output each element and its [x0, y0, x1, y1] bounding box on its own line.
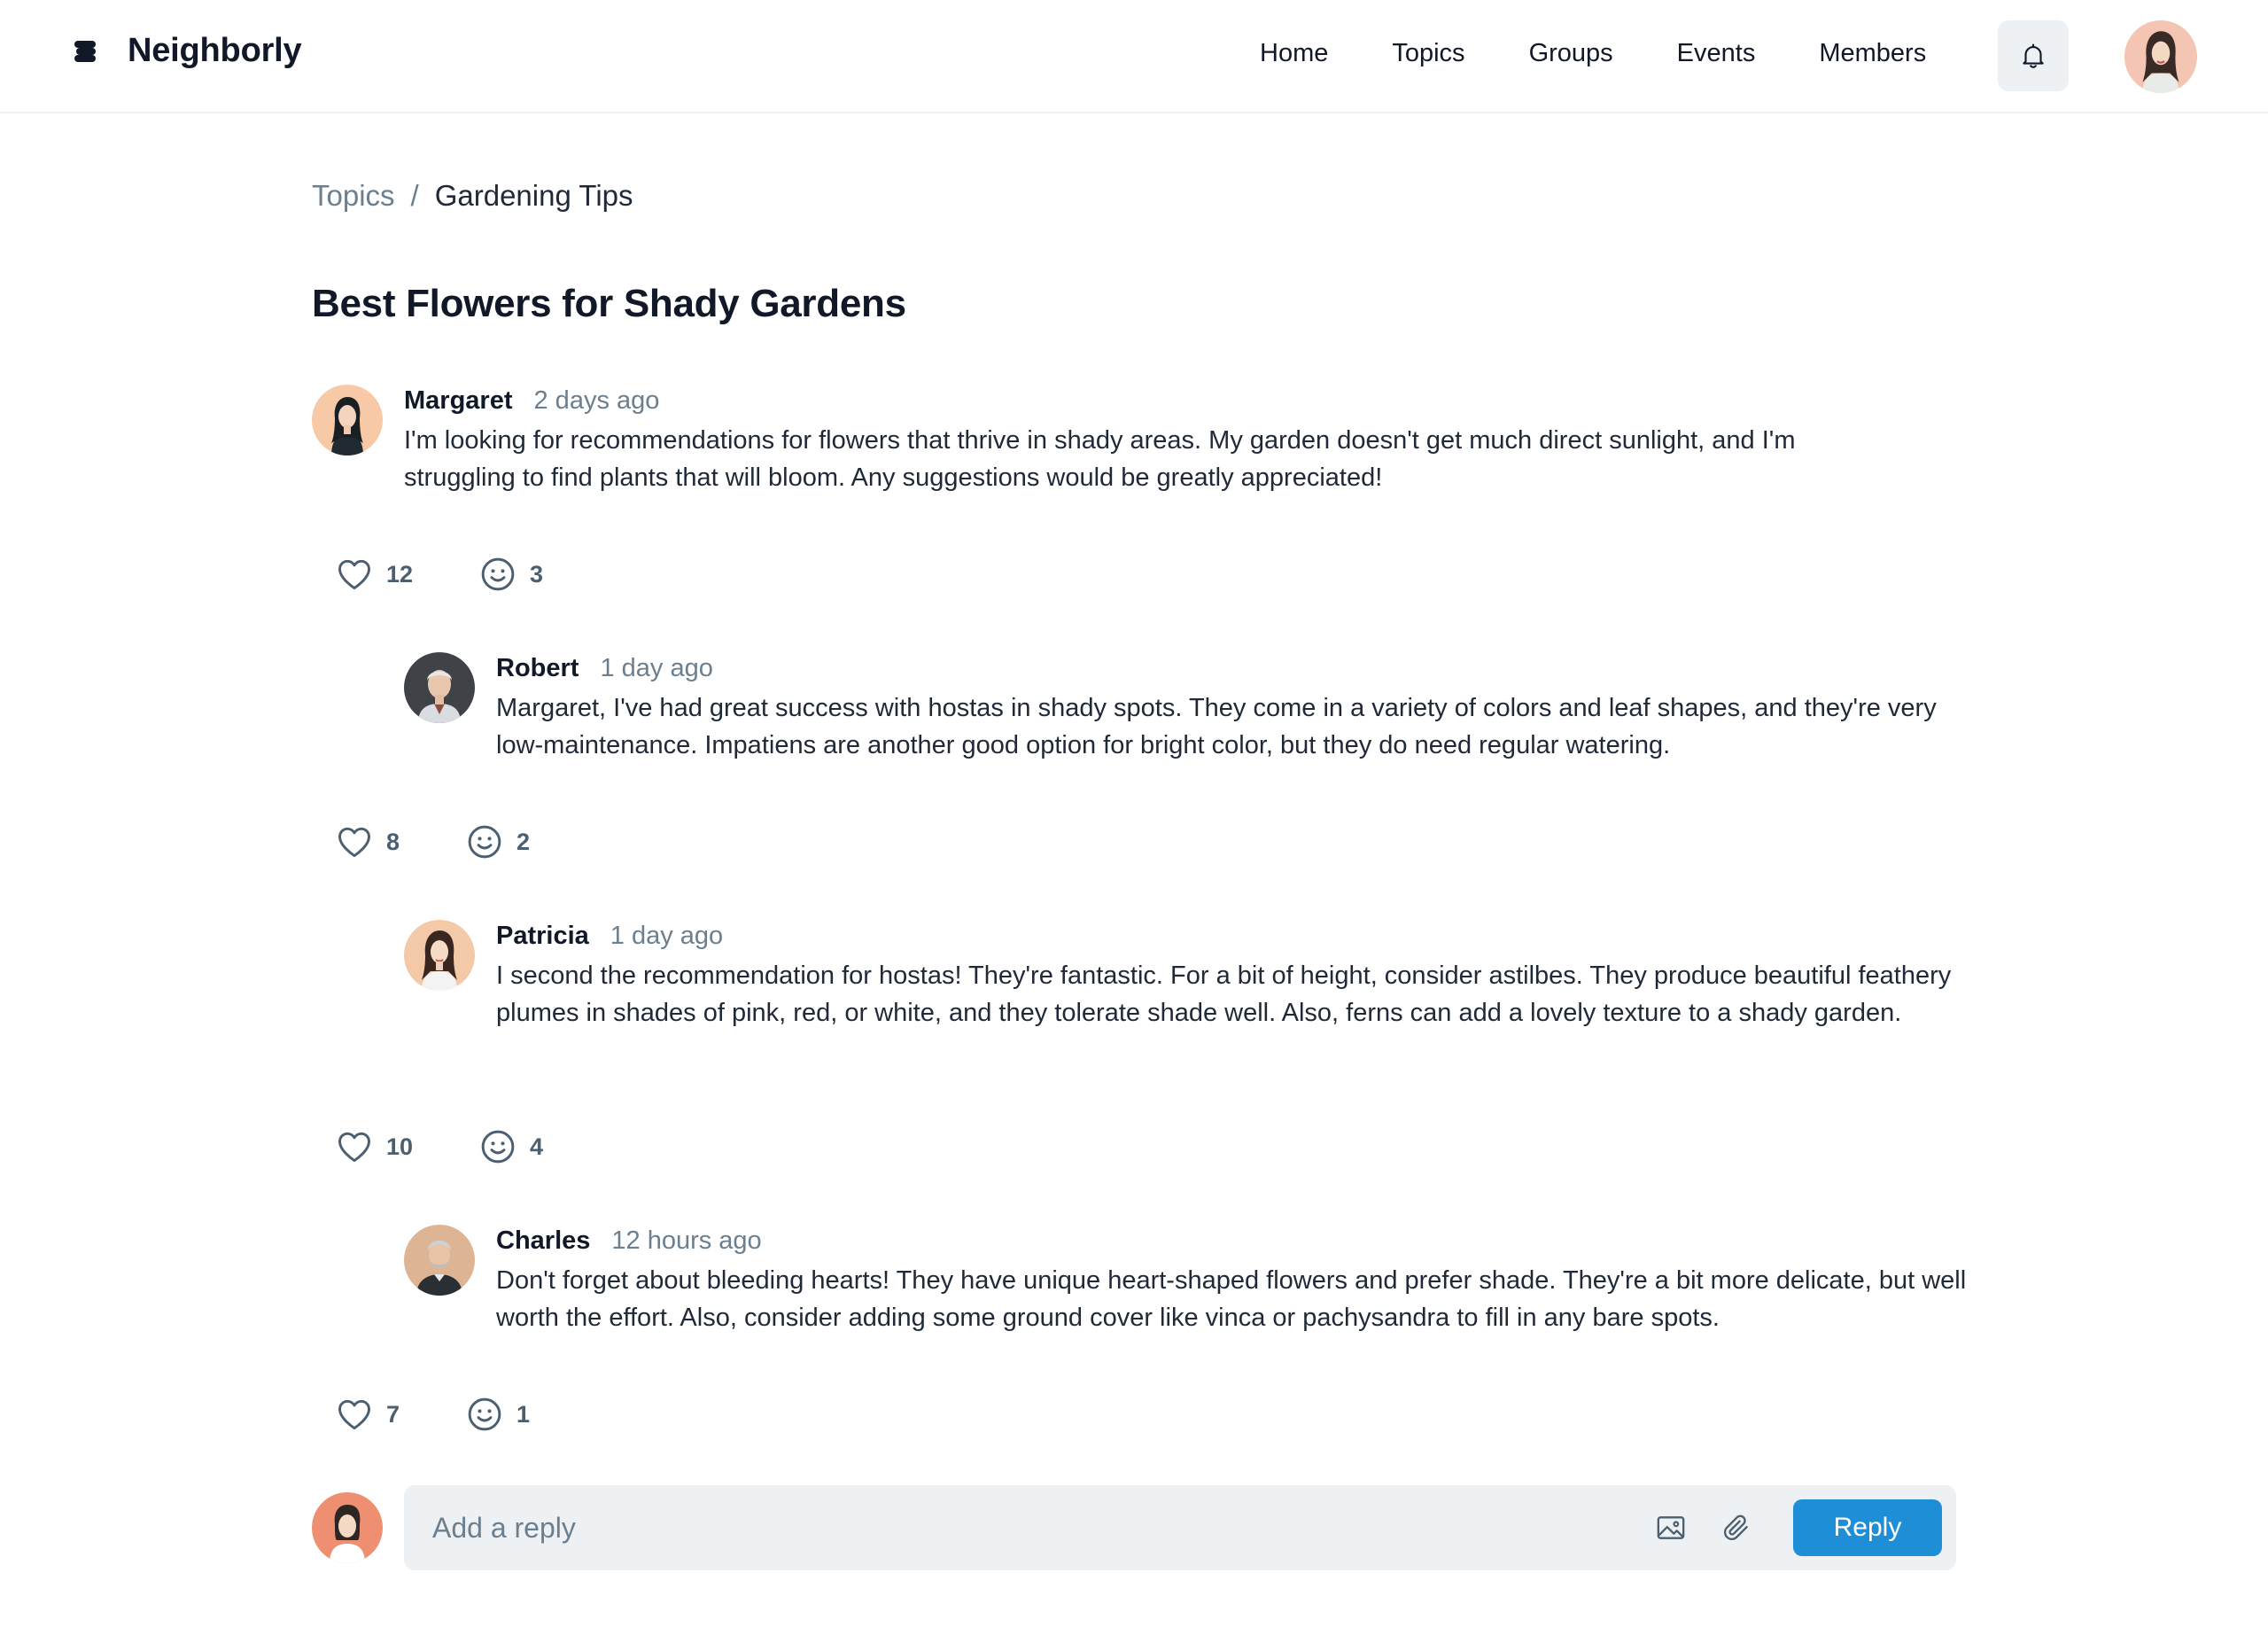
reply-composer: Reply [404, 1485, 1956, 1570]
reply-button[interactable]: Reply [1793, 1499, 1942, 1556]
like-count: 12 [386, 560, 414, 588]
post-body: Margaret, I've had great success with ho… [496, 694, 1937, 759]
nav-events[interactable]: Events [1677, 39, 1756, 68]
brand-logo-icon [74, 40, 96, 62]
post-body: I'm looking for recommendations for flow… [404, 426, 1796, 492]
nav-topics[interactable]: Topics [1392, 39, 1464, 68]
like-button[interactable]: 10 [335, 1127, 413, 1166]
post-timestamp: 1 day ago [610, 922, 724, 950]
post-timestamp: 12 hours ago [611, 1226, 762, 1255]
like-button[interactable]: 12 [335, 555, 413, 594]
react-button[interactable]: 2 [465, 822, 530, 861]
smiley-icon [478, 1127, 517, 1166]
reaction-count: 4 [530, 1133, 544, 1160]
post-author[interactable]: Patricia [496, 922, 589, 951]
post-timestamp: 2 days ago [533, 386, 660, 415]
post-body: I second the recommendation for hostas! … [496, 961, 1952, 1027]
like-count: 8 [386, 828, 400, 855]
heart-icon [335, 1127, 374, 1166]
like-button[interactable]: 7 [335, 1395, 400, 1434]
brand-name: Neighborly [128, 32, 302, 69]
react-button[interactable]: 3 [478, 555, 543, 594]
author-avatar[interactable] [312, 385, 383, 455]
post-timestamp: 1 day ago [600, 654, 713, 682]
like-count: 7 [386, 1400, 400, 1428]
brand[interactable]: Neighborly [69, 32, 302, 70]
nav-groups[interactable]: Groups [1529, 39, 1613, 68]
react-button[interactable]: 4 [478, 1127, 543, 1166]
nav-members[interactable]: Members [1819, 39, 1926, 68]
attach-file-button[interactable] [1719, 1510, 1754, 1550]
smiley-icon [465, 822, 504, 861]
post-author[interactable]: Margaret [404, 386, 513, 416]
heart-icon [335, 555, 374, 594]
paperclip-icon [1723, 1514, 1748, 1541]
post-author[interactable]: Robert [496, 654, 579, 683]
breadcrumb: Topics / Gardening Tips [312, 179, 633, 213]
author-avatar[interactable] [404, 652, 475, 723]
main-nav: Home Topics Groups Events Members [1260, 39, 1926, 68]
breadcrumb-current: Gardening Tips [434, 179, 633, 212]
post-body: Don't forget about bleeding hearts! They… [496, 1266, 1967, 1332]
nav-home[interactable]: Home [1260, 39, 1328, 68]
like-count: 10 [386, 1133, 414, 1160]
bell-icon [2023, 43, 2044, 68]
reaction-count: 2 [517, 828, 531, 855]
reaction-count: 1 [517, 1400, 531, 1428]
author-avatar[interactable] [404, 920, 475, 991]
user-avatar[interactable] [2124, 20, 2197, 93]
top-navbar: Neighborly Home Topics Groups Events Mem… [0, 0, 2268, 113]
author-avatar[interactable] [404, 1225, 475, 1296]
reaction-count: 3 [530, 560, 544, 588]
breadcrumb-topics-link[interactable]: Topics [312, 179, 395, 213]
like-button[interactable]: 8 [335, 822, 400, 861]
thread-title: Best Flowers for Shady Gardens [312, 282, 906, 325]
reply-input[interactable] [432, 1505, 1584, 1551]
image-icon [1657, 1516, 1685, 1539]
attach-image-button[interactable] [1653, 1510, 1689, 1550]
current-user-avatar [312, 1492, 383, 1563]
smiley-icon [478, 555, 517, 594]
heart-icon [335, 822, 374, 861]
post-author[interactable]: Charles [496, 1226, 590, 1256]
smiley-icon [465, 1395, 504, 1434]
breadcrumb-separator: / [410, 179, 419, 212]
react-button[interactable]: 1 [465, 1395, 530, 1434]
heart-icon [335, 1395, 374, 1434]
notifications-button[interactable] [1998, 20, 2069, 91]
